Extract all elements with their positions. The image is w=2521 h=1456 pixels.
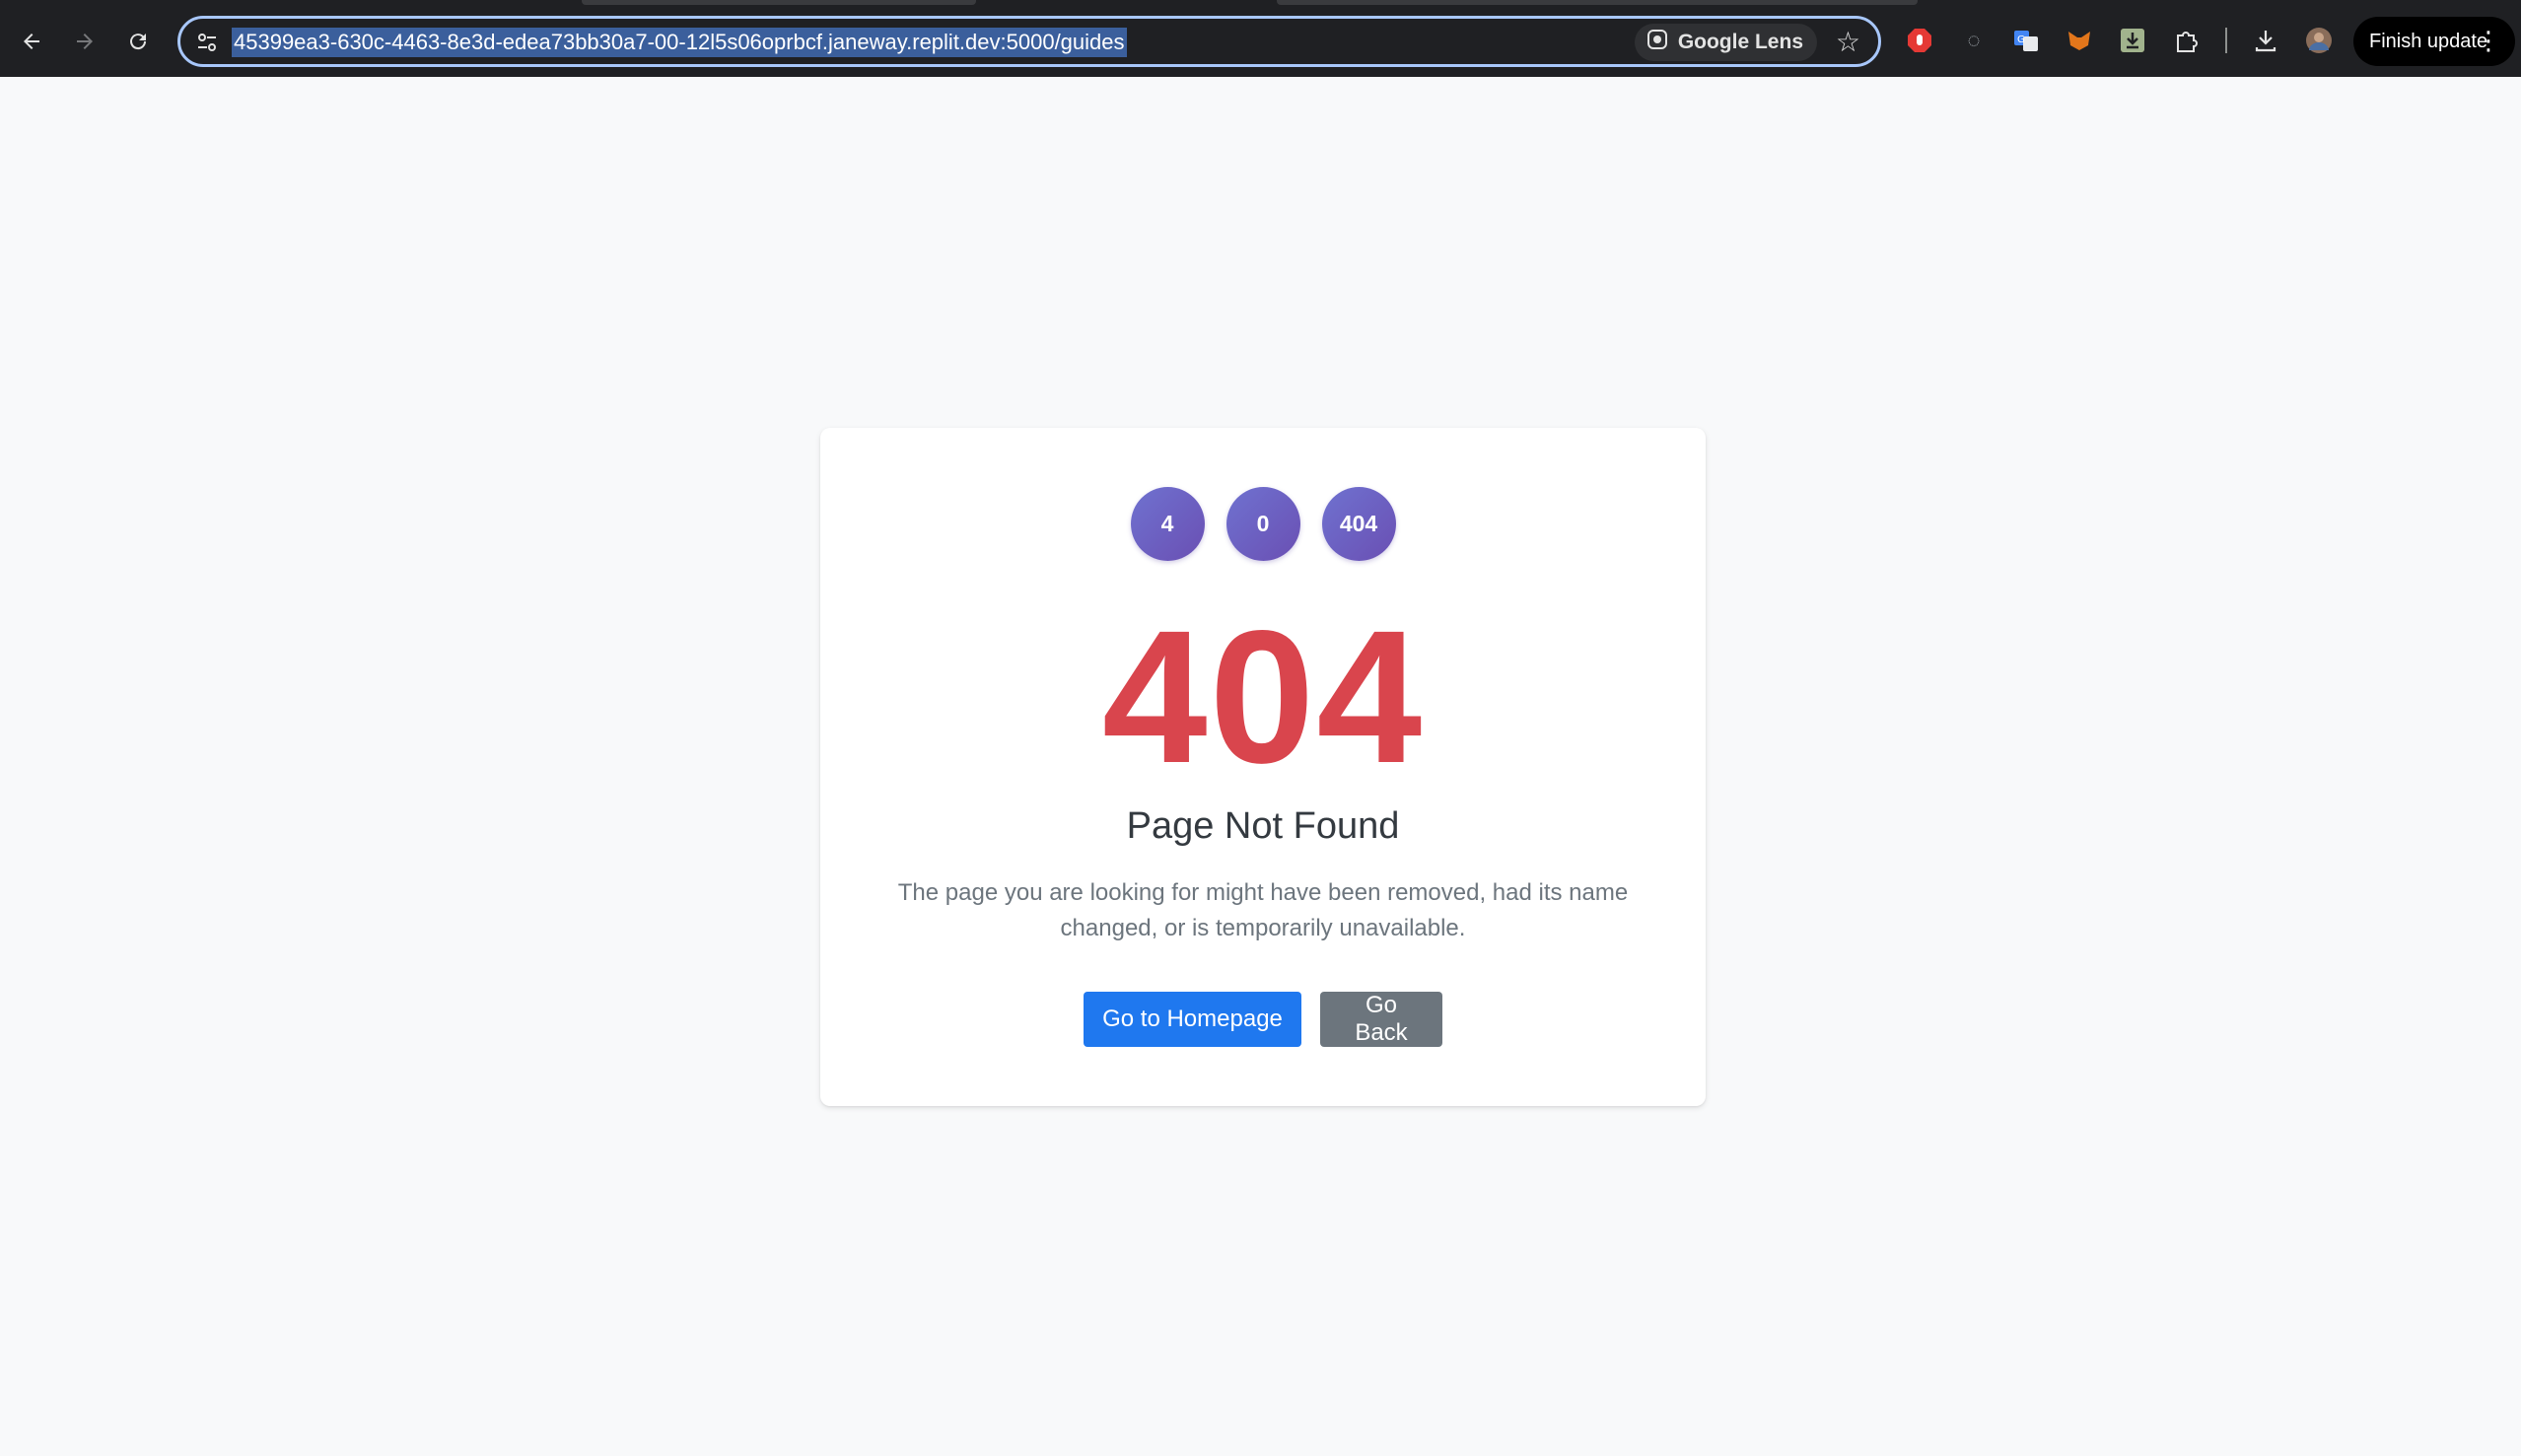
finish-update-button[interactable]: Finish update ⋮ xyxy=(2353,17,2515,66)
digit-circle: 0 xyxy=(1225,487,1300,561)
toolbar-divider xyxy=(2225,28,2227,53)
digit-circle: 404 xyxy=(1321,487,1396,561)
page-title: Page Not Found xyxy=(1126,805,1400,847)
digit-circles: 4 0 404 xyxy=(820,487,1706,561)
google-lens-label: Google Lens xyxy=(1677,31,1803,53)
bookmark-star-icon[interactable]: ☆ xyxy=(1836,26,1860,59)
url-text[interactable]: 45399ea3-630c-4463-8e3d-edea73bb30a7-00-… xyxy=(232,28,1127,57)
profile-avatar[interactable] xyxy=(2304,26,2334,55)
dark-mode-extension-icon[interactable]: ◌ xyxy=(1959,26,1989,55)
go-to-homepage-button[interactable]: Go to Homepage xyxy=(1084,992,1301,1047)
download-extension-icon[interactable] xyxy=(2118,26,2147,55)
metamask-extension-icon[interactable] xyxy=(2065,26,2094,55)
error-card: 4 0 404 404 Page Not Found The page you … xyxy=(820,428,1706,1106)
browser-toolbar: 45399ea3-630c-4463-8e3d-edea73bb30a7-00-… xyxy=(0,0,2521,77)
extensions-puzzle-icon[interactable] xyxy=(2172,26,2202,55)
svg-text:G: G xyxy=(2017,35,2025,45)
back-arrow-icon[interactable] xyxy=(12,22,51,61)
tab-edge xyxy=(1277,0,1918,5)
error-description: The page you are looking for might have … xyxy=(897,879,1629,941)
action-buttons: Go to Homepage Go Back xyxy=(820,992,1706,1047)
tab-edge xyxy=(582,0,976,5)
downloads-icon[interactable] xyxy=(2251,26,2280,55)
kebab-menu-icon[interactable]: ⋮ xyxy=(2476,25,2501,56)
digit-circle: 4 xyxy=(1130,487,1205,561)
reload-icon[interactable] xyxy=(118,22,158,61)
google-lens-icon xyxy=(1646,29,1668,56)
forward-arrow-icon[interactable] xyxy=(65,22,105,61)
adblock-extension-icon[interactable] xyxy=(1905,26,1934,55)
error-code: 404 xyxy=(1101,590,1425,802)
site-info-icon[interactable] xyxy=(192,28,222,57)
translate-extension-icon[interactable]: G xyxy=(2011,26,2041,55)
go-back-button[interactable]: Go Back xyxy=(1320,992,1442,1047)
google-lens-button[interactable]: Google Lens xyxy=(1634,24,1817,61)
finish-update-label: Finish update xyxy=(2369,30,2488,52)
address-bar[interactable]: 45399ea3-630c-4463-8e3d-edea73bb30a7-00-… xyxy=(177,16,1881,67)
